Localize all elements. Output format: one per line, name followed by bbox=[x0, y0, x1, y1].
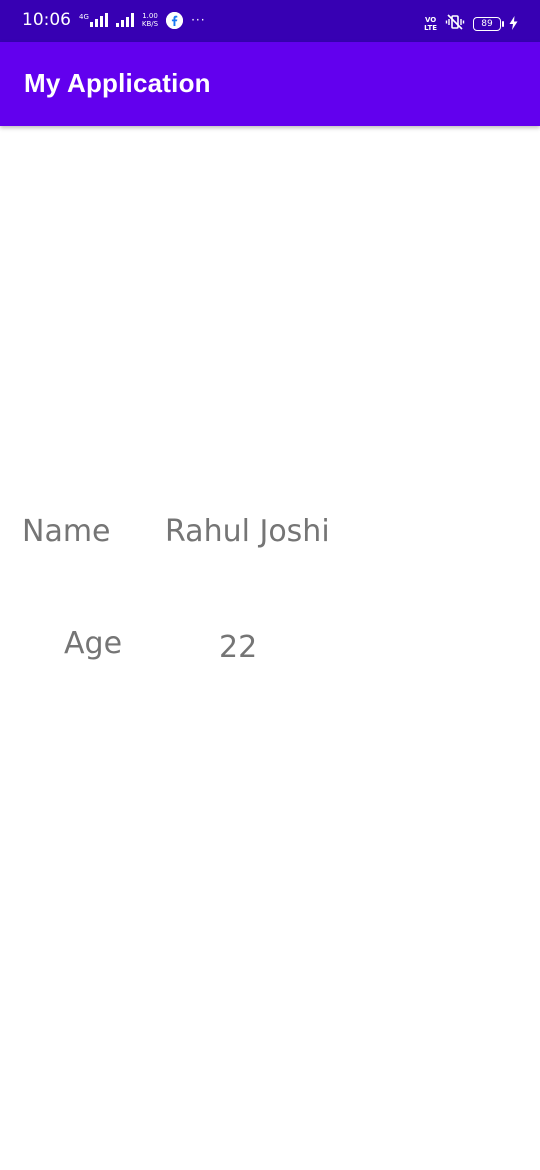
status-bar-left: 10:06 4G 1.00 KB/S ··· bbox=[22, 10, 206, 30]
more-notifications-icon: ··· bbox=[191, 13, 206, 27]
age-value: 22 bbox=[219, 630, 258, 665]
signal-bars-4g bbox=[89, 13, 108, 27]
status-bar: 10:06 4G 1.00 KB/S ··· VO LTE 89 bbox=[0, 0, 540, 42]
age-label: Age bbox=[64, 626, 123, 661]
status-time: 10:06 bbox=[22, 10, 71, 30]
network-speed-value: 1.00 bbox=[142, 12, 158, 20]
vibrate-icon bbox=[445, 14, 465, 34]
network-speed-unit: KB/S bbox=[141, 20, 159, 28]
volte-top: VO bbox=[424, 16, 437, 24]
status-bar-right: VO LTE 89 bbox=[424, 14, 518, 34]
volte-icon: VO LTE bbox=[424, 16, 437, 32]
network-speed: 1.00 KB/S bbox=[142, 12, 158, 28]
app-title: My Application bbox=[24, 68, 211, 98]
name-label: Name bbox=[22, 514, 111, 549]
name-value: Rahul Joshi bbox=[165, 514, 330, 549]
charging-icon bbox=[509, 15, 518, 34]
battery-icon: 89 bbox=[473, 17, 504, 31]
app-bar: My Application bbox=[0, 42, 540, 126]
facebook-icon bbox=[166, 11, 184, 29]
volte-bottom: LTE bbox=[424, 24, 437, 32]
network-type-label: 4G bbox=[79, 13, 89, 21]
signal-icon bbox=[115, 13, 134, 27]
signal-4g-icon: 4G bbox=[79, 13, 108, 27]
